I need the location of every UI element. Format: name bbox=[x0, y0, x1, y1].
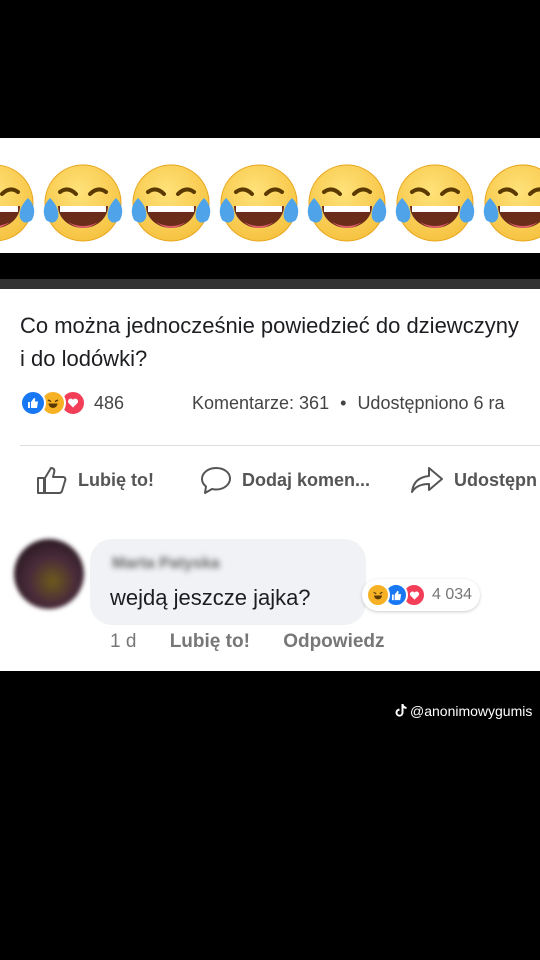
comment-meta: 1 d Lubię to! Odpowiedz bbox=[110, 631, 413, 653]
emoji-banner bbox=[0, 138, 540, 253]
comment-label: Dodaj komen... bbox=[242, 469, 371, 490]
comment-button[interactable]: Dodaj komen... bbox=[200, 465, 370, 495]
thumbs-up-icon bbox=[37, 467, 67, 494]
face-with-tears-of-joy-icon bbox=[0, 162, 36, 244]
like-button[interactable]: Lubię to! bbox=[36, 465, 154, 495]
comment-bubble: Marta Patyska wejdą jeszcze jajka? bbox=[90, 539, 366, 625]
face-with-tears-of-joy-icon bbox=[482, 162, 540, 244]
like-label: Lubię to! bbox=[78, 469, 154, 490]
comment-bubble-icon bbox=[201, 467, 231, 494]
face-with-tears-of-joy-icon bbox=[218, 162, 300, 244]
reaction-count: 486 bbox=[94, 392, 125, 413]
face-with-tears-of-joy-icon bbox=[130, 162, 212, 244]
watermark-handle: @anonimowygumis bbox=[410, 703, 533, 719]
shares-count[interactable]: Udostępniono 6 ra bbox=[357, 393, 504, 413]
like-reaction-icon bbox=[20, 390, 46, 416]
comment-like-link[interactable]: Lubię to! bbox=[170, 631, 250, 652]
stats-separator: • bbox=[340, 393, 347, 413]
post-actions-bar: Lubię to! Dodaj komen... Udostępn bbox=[0, 457, 540, 507]
comment-text: wejdą jeszcze jajka? bbox=[110, 585, 311, 610]
comment-reaction-count: 4 034 bbox=[432, 586, 473, 603]
comments-count[interactable]: Komentarze: 361 bbox=[192, 393, 329, 413]
facebook-post-card: Co można jednocześnie powiedzieć do dzie… bbox=[0, 279, 540, 671]
haha-reaction-icon bbox=[366, 583, 390, 607]
face-with-tears-of-joy-icon bbox=[42, 162, 124, 244]
comment-reactions[interactable]: 4 034 bbox=[362, 579, 481, 611]
divider bbox=[20, 445, 540, 446]
share-label: Udostępn bbox=[454, 469, 537, 490]
tiktok-icon bbox=[395, 704, 407, 717]
commenter-name[interactable]: Marta Patyska bbox=[112, 555, 220, 573]
share-button[interactable]: Udostępn bbox=[410, 465, 537, 495]
face-with-tears-of-joy-icon bbox=[394, 162, 476, 244]
post-stats: Komentarze: 361 • Udostępniono 6 ra bbox=[192, 389, 505, 417]
comment-reply-link[interactable]: Odpowiedz bbox=[283, 631, 384, 652]
tiktok-watermark: @anonimowygumis bbox=[395, 703, 532, 719]
comment-time[interactable]: 1 d bbox=[110, 631, 136, 652]
commenter-avatar[interactable] bbox=[14, 539, 84, 609]
face-with-tears-of-joy-icon bbox=[306, 162, 388, 244]
post-reactions[interactable]: 486 bbox=[20, 389, 124, 417]
post-text: Co można jednocześnie powiedzieć do dzie… bbox=[20, 313, 519, 371]
share-arrow-icon bbox=[411, 467, 443, 493]
